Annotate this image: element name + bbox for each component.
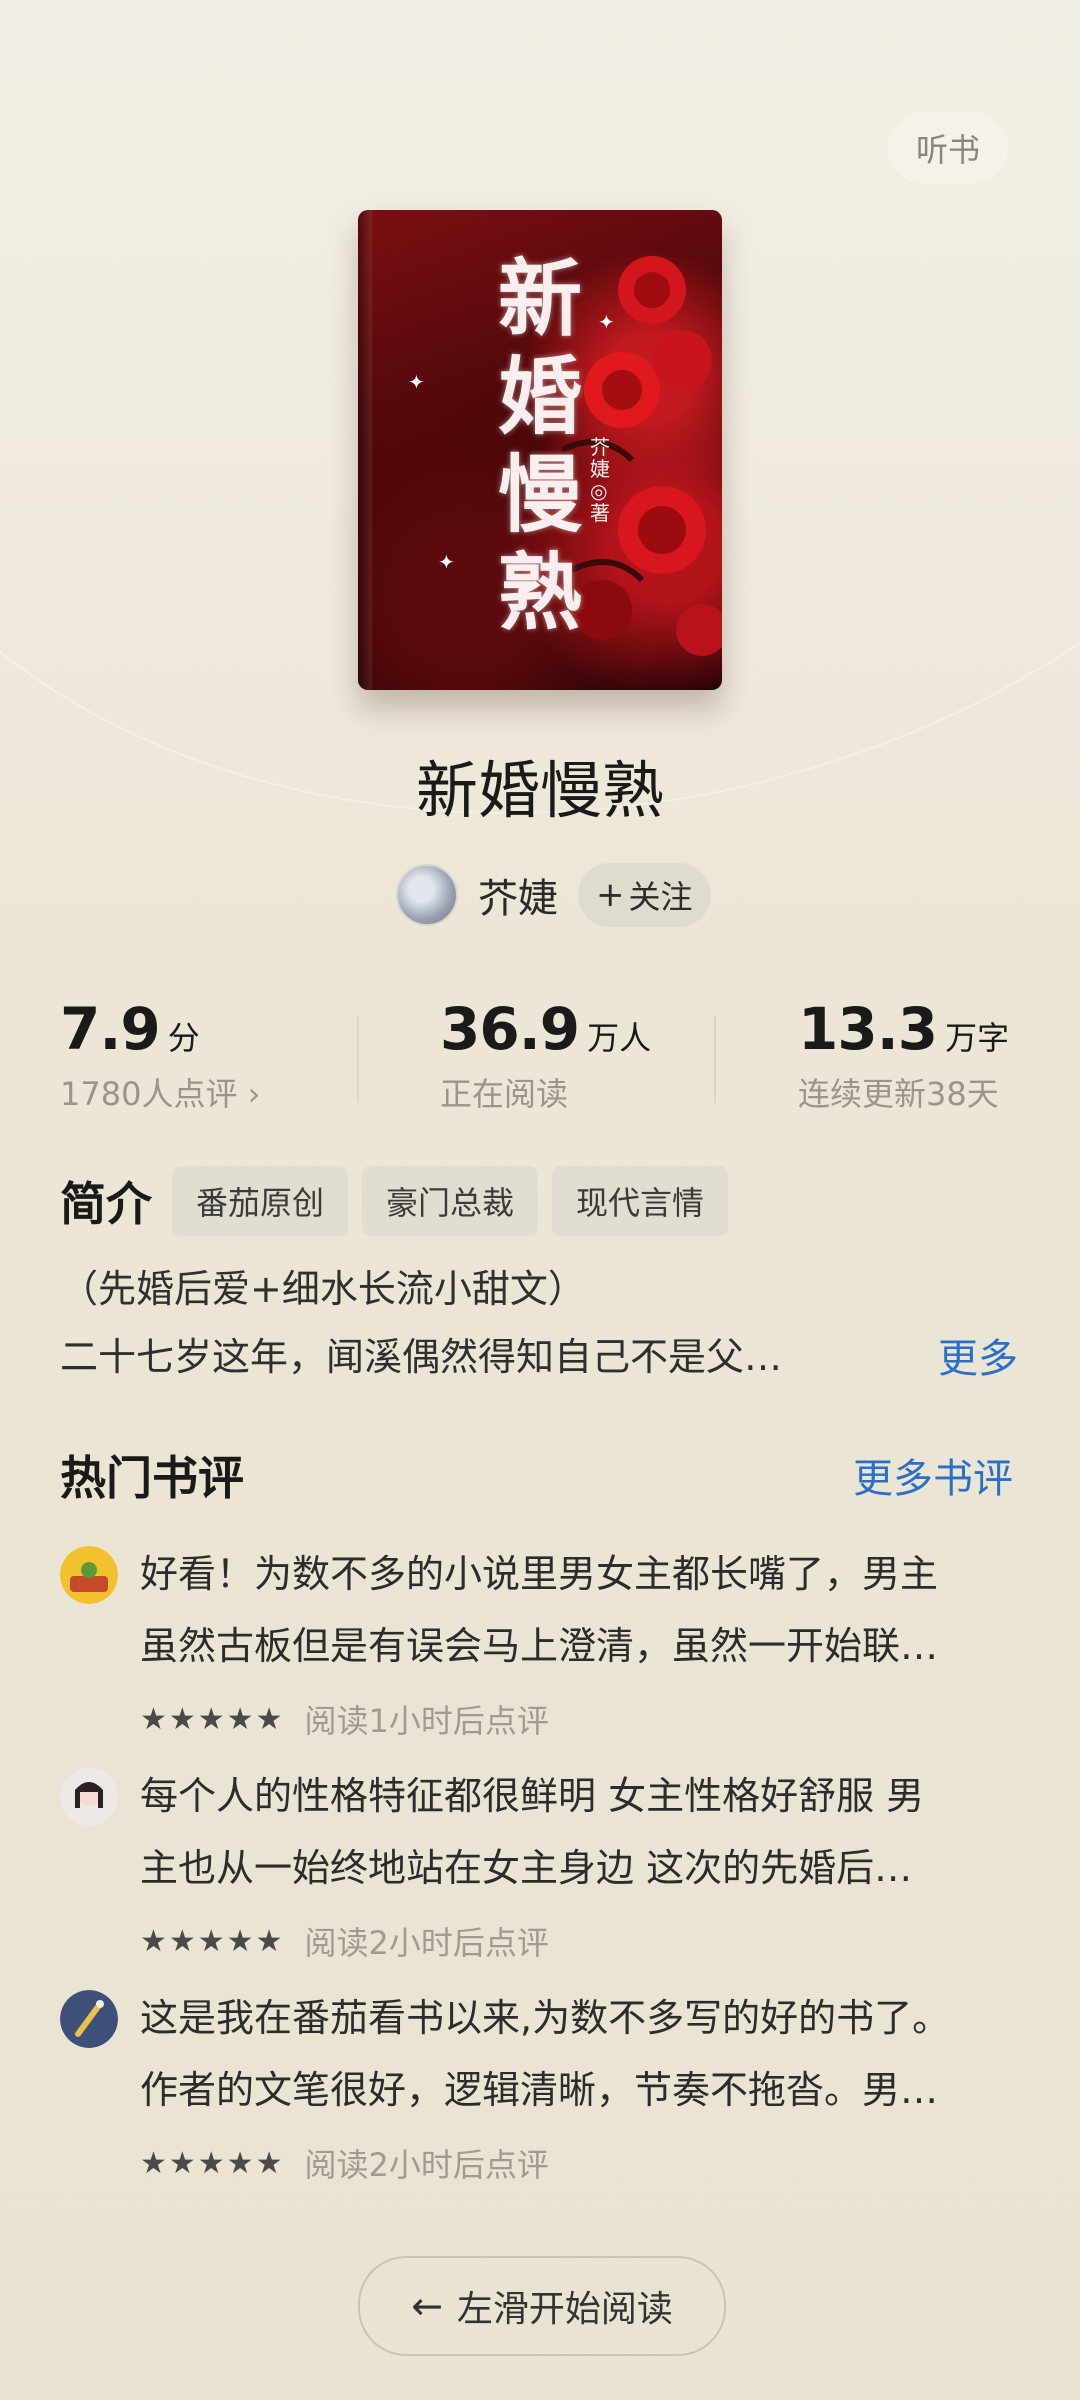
author-row: 芥婕 + 关注 — [396, 860, 711, 930]
intro-label: 简介 — [60, 1177, 152, 1231]
stats-divider — [357, 1015, 359, 1103]
reviews-section-title: 热门书评 — [60, 1451, 244, 1505]
sparkle-icon: ✦ — [438, 550, 455, 574]
rating-unit: 分 — [167, 1019, 200, 1057]
tag-chip[interactable]: 番茄原创 — [172, 1166, 349, 1236]
review-text: 每个人的性格特征都很鲜明 女主性格好舒服 男 主也从一始终地站在女主身边 这次的… — [140, 1774, 925, 1890]
review-read-time: 阅读2小时后点评 — [304, 2146, 549, 2184]
follow-label: 关注 — [628, 878, 693, 916]
cover-title: 新 婚 慢 熟 — [497, 249, 584, 642]
review-item[interactable]: 每个人的性格特征都很鲜明 女主性格好舒服 男 主也从一始终地站在女主身边 这次的… — [60, 1768, 1020, 1968]
sparkle-icon: ✦ — [408, 370, 425, 394]
listen-button[interactable]: 听书 — [888, 112, 1008, 184]
review-text: 好看！为数不多的小说里男女主都长嘴了，男主 虽然古板但是有误会马上澄清，虽然一开… — [140, 1552, 939, 1668]
review-meta: ★★★★★ 阅读2小时后点评 — [140, 1918, 549, 1964]
tag-chip[interactable]: 现代言情 — [552, 1166, 729, 1236]
star-rating: ★★★★★ — [140, 2145, 285, 2181]
star-rating: ★★★★★ — [140, 1701, 285, 1737]
stats-divider — [714, 1015, 716, 1103]
readers-value: 36.9 — [440, 995, 580, 1063]
cover-spine — [358, 210, 372, 690]
review-read-time: 阅读2小时后点评 — [304, 1924, 549, 1962]
rating-value: 7.9 — [60, 995, 161, 1063]
intro-text-line: 二十七岁这年，闻溪偶然得知自己不是父… — [60, 1335, 783, 1379]
readers-unit: 万人 — [587, 1019, 652, 1057]
review-meta: ★★★★★ 阅读1小时后点评 — [140, 1696, 549, 1742]
author-avatar[interactable] — [396, 864, 458, 926]
rating-stat[interactable]: 7.9 分 1780人点评 › — [60, 995, 260, 1115]
update-streak: 连续更新38天 — [798, 1075, 999, 1113]
review-meta: ★★★★★ 阅读2小时后点评 — [140, 2140, 549, 2186]
tag-chip[interactable]: 豪门总裁 — [362, 1166, 539, 1236]
intro-header: 简介 番茄原创 豪门总裁 现代言情 — [60, 1166, 742, 1236]
review-item[interactable]: 好看！为数不多的小说里男女主都长嘴了，男主 虽然古板但是有误会马上澄清，虽然一开… — [60, 1546, 1020, 1746]
words-unit: 万字 — [945, 1019, 1010, 1057]
words-stat: 13.3 万字 连续更新38天 — [798, 995, 1009, 1115]
book-stats: 7.9 分 1780人点评 › 36.9 万人 正在阅读 13.3 万字 连续更新38… — [0, 995, 1080, 1125]
readers-stat: 36.9 万人 正在阅读 — [440, 995, 651, 1115]
reviewer-avatar — [60, 1768, 118, 1826]
start-reading-button[interactable]: ← 左滑开始阅读 — [358, 2256, 726, 2356]
intro-more-link[interactable]: 更多 — [938, 1326, 1018, 1384]
review-item[interactable]: 这是我在番茄看书以来,为数不多写的好的书了。 作者的文笔很好，逻辑清晰，节奏不拖… — [60, 1990, 1020, 2190]
rating-count: 1780人点评 › — [60, 1075, 261, 1113]
more-reviews-link[interactable]: 更多书评 — [853, 1446, 1013, 1504]
cover-author-mark: 芥婕◎著 — [590, 435, 610, 525]
reviewer-avatar — [60, 1546, 118, 1604]
readers-label: 正在阅读 — [440, 1075, 569, 1113]
reviewer-avatar — [60, 1990, 118, 2048]
book-title: 新婚慢熟 — [415, 754, 664, 827]
follow-button[interactable]: + 关注 — [578, 863, 711, 927]
book-cover[interactable]: 新 婚 慢 熟 芥婕◎著 ✦ ✦ ✦ — [358, 210, 722, 690]
intro-text-line: （先婚后爱+细水长流小甜文） — [60, 1267, 586, 1311]
review-read-time: 阅读1小时后点评 — [304, 1702, 549, 1740]
start-reading-label: 左滑开始阅读 — [456, 2289, 673, 2330]
plus-icon: + — [596, 875, 625, 915]
words-value: 13.3 — [798, 995, 938, 1063]
sparkle-icon: ✦ — [598, 310, 615, 334]
arrow-left-icon: ← — [411, 2284, 443, 2328]
review-text: 这是我在番茄看书以来,为数不多写的好的书了。 作者的文笔很好，逻辑清晰，节奏不拖… — [140, 1996, 951, 2112]
author-name[interactable]: 芥婕 — [478, 866, 558, 924]
star-rating: ★★★★★ — [140, 1923, 285, 1959]
